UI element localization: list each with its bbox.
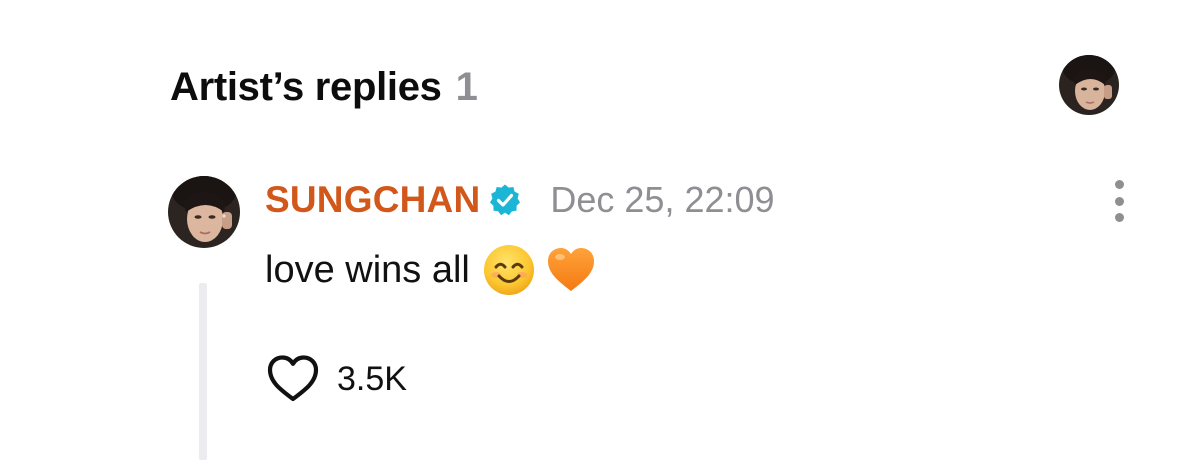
author-avatar[interactable] bbox=[168, 176, 240, 248]
heart-outline-icon[interactable] bbox=[265, 353, 321, 405]
current-user-avatar[interactable] bbox=[1059, 55, 1119, 115]
reply-body: love wins all bbox=[265, 242, 598, 298]
reply-timestamp: Dec 25, 22:09 bbox=[550, 179, 775, 220]
more-vertical-icon-dot bbox=[1114, 213, 1124, 222]
more-vertical-icon bbox=[1114, 180, 1124, 189]
orange-heart-emoji-icon bbox=[544, 243, 598, 297]
thread-line bbox=[199, 283, 207, 460]
author-name[interactable]: SUNGCHAN bbox=[265, 179, 480, 221]
smiling-face-emoji-icon bbox=[482, 243, 536, 297]
like-count: 3.5K bbox=[337, 359, 407, 398]
page-title: Artist’s replies bbox=[170, 64, 442, 109]
reply-header: SUNGCHAN Dec 25, 22:09 bbox=[265, 178, 775, 222]
replies-count: 1 bbox=[455, 64, 478, 109]
reply-actions: 3.5K bbox=[265, 352, 407, 406]
more-options-button[interactable] bbox=[1106, 180, 1132, 222]
reply-text: love wins all bbox=[265, 248, 470, 291]
replies-header: Artist’s replies 1 bbox=[170, 62, 478, 112]
more-vertical-icon-dot bbox=[1114, 196, 1124, 206]
verified-badge-icon bbox=[488, 183, 522, 217]
